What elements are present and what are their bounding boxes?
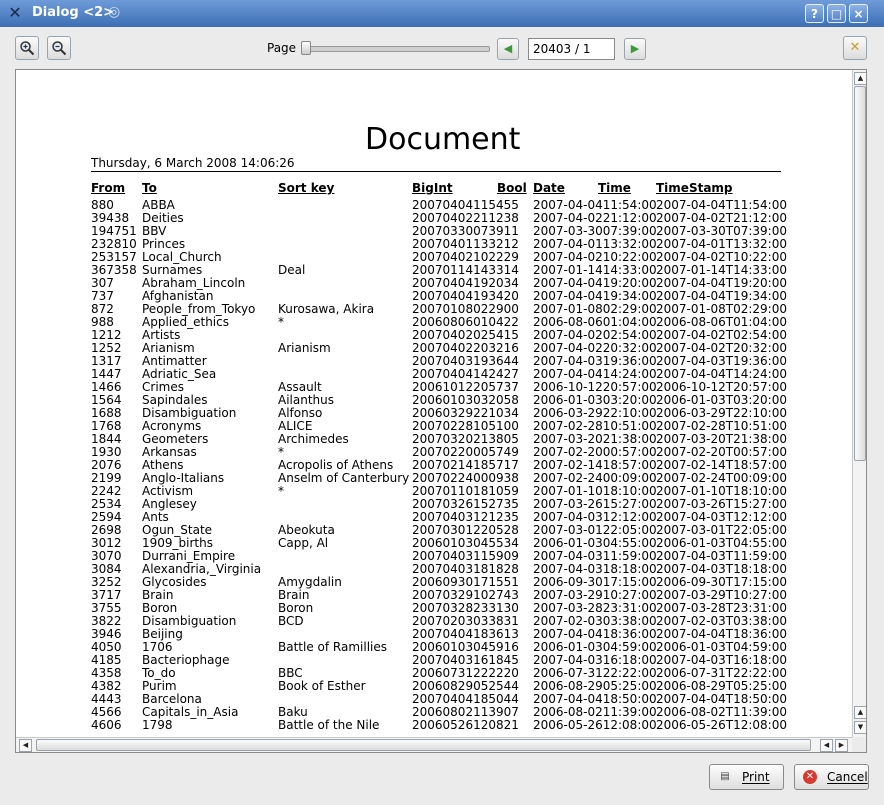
arrow-left-icon: ◀ (503, 42, 513, 55)
vertical-scroll-thumb[interactable] (854, 86, 866, 461)
header-rule (91, 171, 781, 172)
scroll-up-arrow-bottom[interactable]: ▲ (854, 706, 866, 719)
page-slider[interactable] (304, 46, 490, 52)
vertical-scrollbar[interactable]: ▲ ▲ ▼ (852, 70, 866, 737)
title-bar[interactable]: ✕ Dialog <2> ◎ ? □ × (0, 0, 884, 27)
header-bool: Bool (497, 181, 527, 195)
app-icon: ✕ (8, 3, 22, 22)
scroll-left-arrow[interactable]: ◀ (19, 739, 32, 752)
magnifier-plus-icon (20, 41, 35, 56)
header-to: To (142, 181, 157, 195)
cell-sort-key: Deal (278, 263, 306, 277)
header-bigint: BigInt (412, 181, 453, 195)
cell-sort-key: Battle of the Nile (278, 718, 380, 732)
header-time: Time (598, 181, 631, 195)
zoom-in-button[interactable] (15, 36, 39, 60)
close-button[interactable]: × (849, 4, 868, 23)
scroll-right-arrow[interactable]: ▶ (835, 739, 848, 752)
swirl-icon: ◎ (108, 4, 121, 20)
horizontal-scrollbar[interactable]: ◀ ◀ ▶ (16, 737, 852, 752)
previous-page-button[interactable]: ◀ (497, 38, 519, 60)
cell-sort-key: * (278, 484, 284, 498)
close-preview-button[interactable]: ✕ (843, 36, 867, 60)
zoom-out-button[interactable] (47, 36, 71, 60)
horizontal-scroll-thumb[interactable] (36, 739, 811, 751)
next-page-button[interactable]: ▶ (624, 38, 646, 60)
header-from: From (91, 181, 126, 195)
close-preview-icon: ✕ (849, 40, 861, 55)
header-timestamp: TimeStamp (656, 181, 733, 195)
header-sort-key: Sort key (278, 181, 335, 195)
cell-sort-key: Battle of Ramillies (278, 640, 387, 654)
cell-from: 4606 (91, 718, 122, 732)
cell-sort-key: * (278, 315, 284, 329)
scroll-left-arrow-right[interactable]: ◀ (820, 739, 833, 752)
magnifier-minus-icon (52, 41, 67, 56)
cancel-button[interactable]: ✕ Cancel (794, 764, 869, 790)
print-button[interactable]: ▤ Print (709, 764, 784, 790)
cell-sort-key: Anselm of Canterbury (278, 471, 410, 485)
table-row: 4606 1798 Battle of the Nile 20060526120821… (16, 719, 796, 732)
cell-timestamp: 2006-05-26T12:08:00 (656, 718, 787, 732)
cell-sort-key: Kurosawa, Akira (278, 302, 375, 316)
print-preview[interactable]: Document Thursday, 6 March 2008 14:06:26… (15, 69, 867, 753)
scroll-down-arrow[interactable]: ▼ (854, 721, 866, 734)
header-date: Date (533, 181, 565, 195)
window-title: Dialog <2> (32, 5, 115, 20)
maximize-button[interactable]: □ (827, 4, 846, 23)
scroll-up-arrow[interactable]: ▲ (854, 72, 866, 85)
cell-date-time: 2006-05-2612:08:00 (533, 718, 657, 732)
printer-icon: ▤ (720, 771, 730, 782)
document-title: Document (365, 122, 521, 157)
page-slider-handle[interactable] (301, 41, 311, 55)
cell-to: 1798 (142, 718, 173, 732)
cell-sort-key: BCD (278, 614, 304, 628)
scroll-corner (852, 737, 866, 752)
page-input[interactable]: 20403 / 1 (528, 38, 615, 60)
arrow-right-icon: ▶ (630, 42, 640, 55)
cell-sort-key: Capp, Al (278, 536, 329, 550)
print-button-label: Print (742, 770, 770, 784)
document-date: Thursday, 6 March 2008 14:06:26 (91, 156, 295, 170)
cell-sort-key: Archimedes (278, 432, 349, 446)
cell-bigint: 20060526120821 (412, 718, 519, 732)
cancel-button-label: Cancel (827, 770, 868, 784)
cell-sort-key: Arianism (278, 341, 331, 355)
cancel-icon: ✕ (803, 770, 817, 784)
cell-sort-key: Book of Esther (278, 679, 366, 693)
help-button[interactable]: ? (805, 4, 824, 23)
page-label: Page (267, 41, 297, 55)
